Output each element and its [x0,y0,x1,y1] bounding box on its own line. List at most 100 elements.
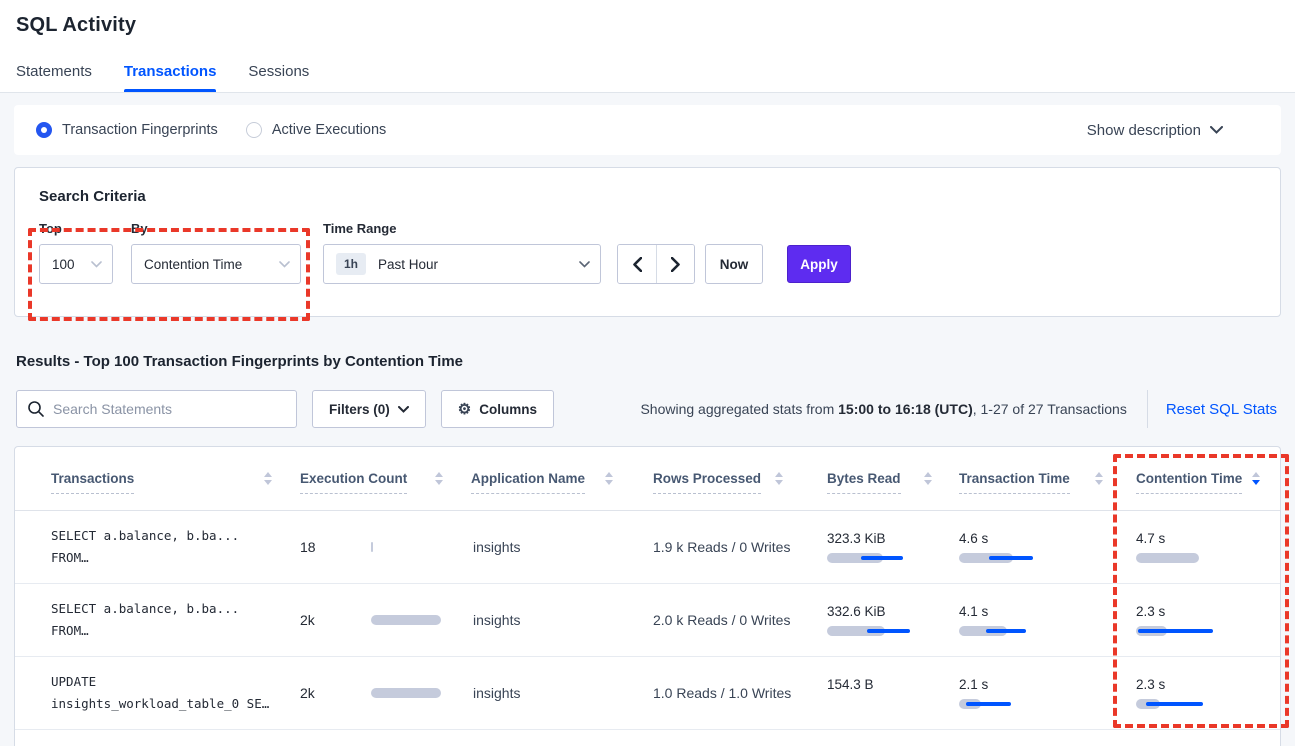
columns-button[interactable]: ⚙ Columns [441,390,554,428]
column-header-application-name: Application Name [471,447,641,510]
column-header-transaction-time: Transaction Time [946,447,1121,510]
radio-label: Active Executions [272,122,386,138]
column-header-rows-processed: Rows Processed [641,447,811,510]
radio-active-executions[interactable]: Active Executions [246,122,386,138]
tab-sessions[interactable]: Sessions [248,63,309,92]
column-header-execution-count: Execution Count [300,447,471,510]
column-header-transactions: Transactions [51,447,300,510]
toolbar-divider [1147,390,1148,428]
results-toolbar: Filters (0) ⚙ Columns Showing aggregated… [16,390,1281,428]
chevron-left-icon [633,257,642,272]
contention-time-bar [1136,626,1236,636]
bytes-read-cell: 332.6 KiB [811,604,946,636]
radio-transaction-fingerprints[interactable]: Transaction Fingerprints [36,122,218,138]
search-icon [27,400,45,418]
by-select[interactable]: Contention Time [131,244,301,284]
filters-label: Filters (0) [329,402,390,417]
top-select[interactable]: 100 [39,244,113,284]
transaction-time-cell: 2.1 s [946,677,1121,709]
application-name-cell: insights [471,685,641,701]
application-name-cell: insights [471,612,641,628]
contention-time-bar [1136,553,1236,563]
reset-sql-stats-link[interactable]: Reset SQL Stats [1166,401,1277,418]
sort-icon[interactable] [775,472,783,485]
chevron-right-icon [671,257,680,272]
view-toggle-bar: Transaction Fingerprints Active Executio… [14,105,1281,155]
search-statements-input[interactable] [16,390,297,428]
radio-selected-icon [36,122,52,138]
transaction-time-cell: 4.6 s [946,531,1121,563]
transaction-fingerprint[interactable]: SELECT a.balance, b.ba...FROM… [51,598,300,642]
transactions-table: Transactions Execution Count Application… [14,446,1281,746]
search-criteria-panel: Search Criteria Top 100 By Contention Ti… [14,167,1281,317]
by-label: By [131,221,301,236]
chevron-down-icon [398,406,409,413]
sort-icon[interactable] [264,472,272,485]
rows-processed-cell: 2.0 k Reads / 0 Writes [641,612,811,628]
sort-icon[interactable] [1252,472,1260,485]
table-row[interactable]: UPDATEinsights_workload_table_0 SE… 2k i… [15,657,1280,730]
by-select-value: Contention Time [144,257,242,272]
time-nav-group [617,244,695,284]
sort-icon[interactable] [435,472,443,485]
results-heading: Results - Top 100 Transaction Fingerprin… [16,353,1279,370]
chevron-down-icon [1210,126,1223,134]
execution-count-cell: 18 [300,539,471,555]
now-button[interactable]: Now [705,244,763,284]
chevron-down-icon [279,261,290,268]
apply-button[interactable]: Apply [787,245,851,283]
transaction-time-bar [959,553,1059,563]
chevron-down-icon [579,261,590,268]
top-select-value: 100 [52,257,75,272]
show-description-toggle[interactable]: Show description [1087,122,1223,139]
top-label: Top [39,221,113,236]
sort-icon[interactable] [924,472,932,485]
tab-transactions[interactable]: Transactions [124,63,217,92]
transaction-time-bar [959,626,1059,636]
rows-processed-cell: 1.9 k Reads / 0 Writes [641,539,811,555]
time-range-value: Past Hour [378,257,438,272]
radio-unselected-icon [246,122,262,138]
execution-count-cell: 2k [300,612,471,628]
sql-activity-page: SQL Activity Statements Transactions Ses… [0,0,1295,740]
page-header: SQL Activity Statements Transactions Ses… [0,0,1295,93]
execution-count-bar [371,615,471,625]
transaction-time-cell: 4.1 s [946,604,1121,636]
time-range-label: Time Range [323,221,601,236]
table-row[interactable]: SELECT a.balance, b.ba...FROM… 18 insigh… [15,511,1280,584]
execution-count-cell: 2k [300,685,471,701]
sort-icon[interactable] [605,472,613,485]
contention-time-bar [1136,699,1236,709]
search-criteria-controls: Top 100 By Contention Time Time Range 1h… [39,221,1256,284]
transaction-fingerprint[interactable]: SELECT a.balance, b.ba...FROM… [51,525,300,569]
transaction-fingerprint[interactable]: UPDATEinsights_workload_table_0 SE… [51,671,300,715]
table-header-row: Transactions Execution Count Application… [15,447,1280,511]
gear-icon: ⚙ [458,402,471,417]
tab-statements[interactable]: Statements [16,63,92,92]
tab-bar: Statements Transactions Sessions [16,63,1279,92]
time-range-select[interactable]: 1h Past Hour [323,244,601,284]
time-range-badge: 1h [336,253,366,275]
sort-icon[interactable] [1095,472,1103,485]
application-name-cell: insights [471,539,641,555]
execution-count-bar [371,542,471,552]
previous-time-button[interactable] [618,245,656,283]
by-field: By Contention Time [131,221,301,284]
rows-processed-cell: 1.0 Reads / 1.0 Writes [641,685,811,701]
bytes-read-bar [827,626,927,636]
top-field: Top 100 [39,221,113,284]
contention-time-cell: 4.7 s [1121,531,1268,563]
column-header-contention-time: Contention Time [1121,447,1268,510]
filters-button[interactable]: Filters (0) [312,390,426,428]
search-statements-box [16,390,297,428]
contention-time-cell: 2.3 s [1121,677,1268,709]
bytes-read-cell: 323.3 KiB [811,531,946,563]
time-range-field: Time Range 1h Past Hour [323,221,601,284]
table-row[interactable]: SELECT a.balance, b.ba...FROM… 2k insigh… [15,584,1280,657]
bytes-read-cell: 154.3 B [811,677,946,709]
execution-count-bar [371,688,471,698]
contention-time-cell: 2.3 s [1121,604,1268,636]
next-time-button[interactable] [656,245,694,283]
column-header-bytes-read: Bytes Read [811,447,946,510]
columns-label: Columns [479,402,537,417]
